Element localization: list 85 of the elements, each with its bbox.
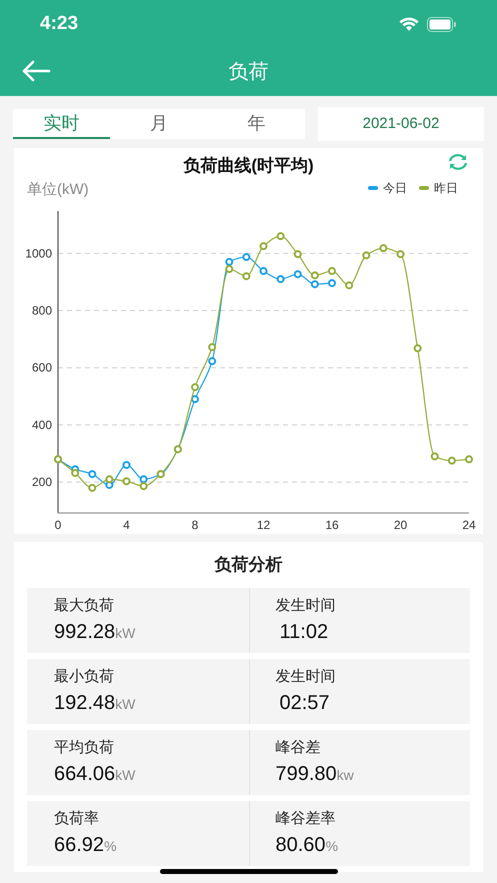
data-point xyxy=(122,460,130,469)
y-tick-label: 600 xyxy=(32,360,52,375)
data-point xyxy=(276,275,285,284)
wifi-icon xyxy=(399,16,419,32)
stat-label: 平均负荷 xyxy=(54,738,115,758)
unit-label: 单位(kW) xyxy=(27,180,89,200)
period-tab[interactable]: 实时 xyxy=(13,109,110,139)
stat-value: 664.06 xyxy=(54,762,116,786)
stat-unit: % xyxy=(326,837,338,856)
data-point xyxy=(294,250,302,258)
data-point xyxy=(328,279,336,288)
data-point xyxy=(225,265,234,274)
data-point xyxy=(191,395,199,404)
stat-unit: kW xyxy=(115,695,136,714)
x-tick-label: 12 xyxy=(256,518,270,532)
legend-label: 今日 xyxy=(383,180,407,197)
period-tab[interactable]: 月 xyxy=(110,109,208,139)
data-point xyxy=(242,253,250,262)
data-point xyxy=(310,271,319,280)
stat-label: 最大负荷 xyxy=(54,596,115,616)
data-point xyxy=(122,477,130,486)
legend-label: 昨日 xyxy=(434,180,458,197)
data-point xyxy=(105,475,114,484)
status-time: 4:23 xyxy=(40,12,78,36)
stat-value: 80.60 xyxy=(276,833,326,857)
data-point xyxy=(310,280,319,288)
data-point xyxy=(260,267,268,276)
y-tick-label: 400 xyxy=(32,418,52,432)
stat-label: 最小负荷 xyxy=(54,667,115,687)
stat-value: 992.28 xyxy=(54,620,116,644)
stat-value: 66.92 xyxy=(54,833,104,857)
data-point xyxy=(414,344,422,352)
data-point xyxy=(88,470,96,478)
data-point xyxy=(379,244,388,252)
data-point xyxy=(208,357,216,366)
data-point xyxy=(465,455,473,464)
refresh-button[interactable] xyxy=(447,153,469,171)
stat-value: 02:57 xyxy=(278,691,330,715)
data-point xyxy=(448,456,456,465)
stat-unit: kW xyxy=(115,624,136,643)
data-point xyxy=(396,250,404,258)
data-point xyxy=(294,270,302,278)
x-tick-label: 4 xyxy=(123,518,130,532)
refresh-icon xyxy=(447,153,469,171)
stat-label: 负荷率 xyxy=(54,809,100,829)
data-point xyxy=(260,242,268,250)
y-tick-label: 1000 xyxy=(25,246,52,260)
y-tick-label: 800 xyxy=(32,304,52,318)
x-tick-label: 8 xyxy=(192,518,198,532)
data-point xyxy=(88,484,96,492)
analysis-title: 负荷分析 xyxy=(213,554,284,576)
data-point xyxy=(328,267,336,276)
data-point xyxy=(191,383,199,392)
stat-value: 799.80 xyxy=(276,762,337,786)
page-title: 负荷 xyxy=(228,60,268,85)
x-tick-label: 24 xyxy=(462,518,476,532)
y-tick-label: 200 xyxy=(32,475,52,490)
data-point xyxy=(345,281,354,290)
stat-value: 11:02 xyxy=(278,620,328,644)
data-point xyxy=(242,272,250,280)
data-point xyxy=(362,251,370,260)
chart-title: 负荷曲线(时平均) xyxy=(183,154,314,176)
stat-value: 192.48 xyxy=(54,691,116,715)
stat-unit: kW xyxy=(115,766,136,785)
data-point xyxy=(208,343,216,352)
data-point xyxy=(71,468,80,477)
data-point xyxy=(140,475,148,484)
data-point xyxy=(225,258,234,266)
back-arrow-icon xyxy=(21,60,51,82)
stat-label: 峰谷差 xyxy=(276,738,322,758)
x-tick-label: 16 xyxy=(325,518,339,532)
stat-unit: kw xyxy=(336,766,354,785)
data-point xyxy=(140,482,148,490)
back-button[interactable] xyxy=(20,58,52,84)
date-picker[interactable]: 2021-06-02 xyxy=(318,107,484,141)
x-tick-label: 20 xyxy=(394,518,408,532)
data-point xyxy=(430,452,439,460)
battery-icon xyxy=(427,16,457,32)
stat-label: 发生时间 xyxy=(276,596,336,616)
stat-label: 发生时间 xyxy=(276,667,336,687)
data-point xyxy=(276,232,285,240)
period-tab[interactable]: 年 xyxy=(208,109,305,139)
stat-label: 峰谷差率 xyxy=(276,809,336,829)
x-tick-label: 0 xyxy=(54,518,62,532)
stat-unit: % xyxy=(104,837,117,856)
